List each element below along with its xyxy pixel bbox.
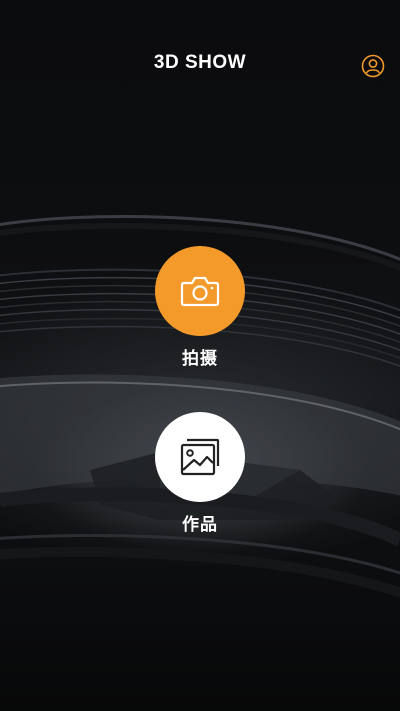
shoot-label: 拍摄: [182, 349, 218, 369]
home-screen: 3D SHOW 拍摄 作品: [0, 0, 400, 711]
works-circle[interactable]: [155, 412, 245, 502]
gallery-icon: [180, 438, 220, 476]
camera-icon: [180, 276, 220, 307]
shoot-button[interactable]: 拍摄: [150, 246, 250, 369]
profile-button[interactable]: [360, 53, 386, 79]
user-profile-icon: [361, 54, 385, 78]
works-button[interactable]: 作品: [150, 412, 250, 535]
app-title: 3D SHOW: [153, 52, 247, 73]
works-label: 作品: [182, 515, 218, 535]
shoot-circle[interactable]: [155, 246, 245, 336]
